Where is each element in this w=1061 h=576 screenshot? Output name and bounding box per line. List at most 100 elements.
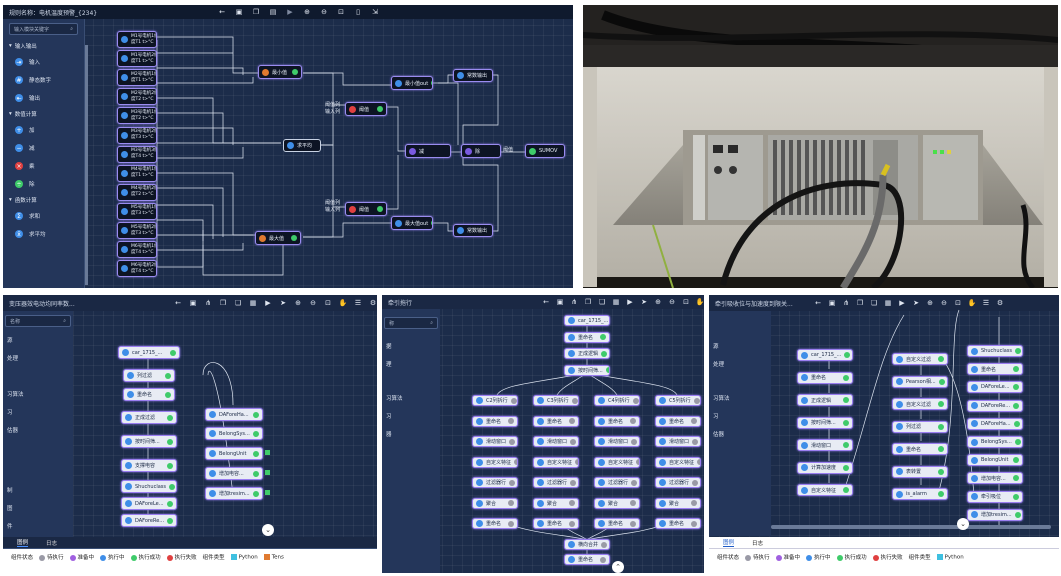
node-branch-step[interactable]: 聚合 (533, 497, 579, 509)
node-branch-step[interactable]: 自定义特征 (594, 456, 640, 468)
node-branch-step[interactable]: 自定义特征 (472, 456, 518, 468)
node-branch-step[interactable]: 重命名 (472, 415, 518, 427)
node-branch-step[interactable]: C5列拆行 (655, 395, 701, 406)
collapse-button[interactable]: ⌄ (957, 518, 969, 530)
node-branch-step[interactable]: 自定义特征 (655, 456, 701, 468)
node-belongunit[interactable]: BelongUnit (205, 447, 263, 460)
node-pipeline-step[interactable]: 增加电容... (967, 472, 1023, 485)
node-pipeline-step[interactable]: 增加tresim... (967, 508, 1023, 521)
node-column-filter[interactable]: 列过滤 (123, 369, 175, 382)
node-merge-step[interactable]: 横向合并 (564, 539, 610, 550)
node-shuchuclass[interactable]: Shuchuclass (121, 480, 177, 493)
node-branch-step[interactable]: C2列拆行 (472, 395, 518, 406)
node-branch-step[interactable]: 重命名 (533, 518, 579, 529)
node-motor-input[interactable]: M5号电机1绕 度T3 t>°C (117, 202, 157, 220)
node-pipeline-step[interactable]: BelongSys... (967, 436, 1023, 448)
node-rename[interactable]: 重命名 (123, 388, 175, 401)
node-min[interactable]: 最小值 (258, 65, 302, 79)
collapse-button[interactable]: ⌃ (612, 561, 624, 573)
node-pipeline-step[interactable]: 重命名 (797, 371, 853, 384)
node-pipeline-step[interactable]: Pearson相... (892, 375, 948, 388)
node-branch-step[interactable]: 过滤器行 (472, 477, 518, 488)
node-motor-input[interactable]: M2号电机2绕 度T2 t>°C (117, 88, 157, 106)
node-motor-input[interactable]: M6号电机1绕 度T4 t>°C (117, 241, 157, 259)
node-pipeline-step[interactable]: 自定义过滤 (892, 398, 948, 410)
node-branch-step[interactable]: 滑动窗口 (472, 436, 518, 447)
node-pipeline-step[interactable]: 重命名 (564, 331, 610, 343)
node-pipeline-step[interactable]: is_alarm (892, 488, 948, 500)
node-car-data[interactable]: car_1715_... (118, 346, 180, 359)
horizontal-scrollbar[interactable] (771, 525, 1051, 529)
node-pipeline-step[interactable]: 表转置 (892, 465, 948, 478)
node-daforere[interactable]: DAForeRe... (121, 514, 177, 527)
node-branch-step[interactable]: 过滤器行 (533, 477, 579, 488)
tab-legend[interactable]: 图例 (17, 538, 29, 547)
node-capacitor[interactable]: 支撑电容 (121, 459, 177, 472)
node-pipeline-step[interactable]: 正成逻辑 (564, 348, 610, 359)
node-branch-step[interactable]: C4列拆行 (594, 395, 640, 406)
node-add-tresim[interactable]: 增加tresim... (205, 487, 263, 500)
node-output[interactable]: SUMOV (525, 144, 565, 158)
node-motor-input[interactable]: M4号电机2绕 度T2 t>°C (117, 183, 157, 201)
node-pipeline-step[interactable]: 计算加速度 (797, 461, 853, 474)
node-branch-step[interactable]: 过滤器行 (594, 477, 640, 488)
node-pipeline-step[interactable]: DAForeLe... (967, 381, 1023, 394)
node-motor-input[interactable]: M2号电机1绕 度T1 t>°C (117, 69, 157, 87)
node-motor-input[interactable]: M3号电机1绕 度T2 t>°C (117, 107, 157, 125)
tab-log[interactable]: 日志 (46, 539, 57, 547)
node-constant-2[interactable]: 常数输出 (453, 224, 493, 237)
node-belongsys[interactable]: BelongSys... (205, 427, 263, 440)
node-pipeline-step[interactable]: car_1715_... (797, 349, 853, 361)
node-daforele[interactable]: DAForeLe... (121, 497, 177, 510)
node-pipeline-step[interactable]: DAForeRe... (967, 399, 1023, 412)
node-branch-step[interactable]: C3列拆行 (533, 395, 579, 406)
collapse-button[interactable]: ⌄ (262, 524, 274, 536)
node-branch-step[interactable]: 滑动窗口 (655, 436, 701, 447)
node-subtract[interactable]: 减 (405, 144, 451, 158)
node-motor-input[interactable]: M1号电机2绕 度T1 t>°C (117, 50, 157, 68)
node-time-filter[interactable]: 按时间筛... (121, 435, 177, 448)
node-motor-input[interactable]: M5号电机2绕 度T3 t>°C (117, 222, 157, 239)
node-pipeline-step[interactable]: 牵引吸位 (967, 490, 1023, 503)
node-branch-step[interactable]: 聚合 (472, 497, 518, 509)
node-pipeline-step[interactable]: Shuchuclass (967, 345, 1023, 357)
node-pipeline-step[interactable]: 自定义过滤 (892, 353, 948, 365)
node-branch-step[interactable]: 自定义特征 (533, 456, 579, 468)
node-motor-input[interactable]: M3号电机3绕 度T4 t>°C (117, 145, 157, 163)
node-pipeline-step[interactable]: DAForeHa... (967, 417, 1023, 430)
node-branch-step[interactable]: 重命名 (594, 415, 640, 427)
node-branch-step[interactable]: 聚合 (655, 497, 701, 509)
node-branch-step[interactable]: 重命名 (533, 415, 579, 427)
node-pipeline-step[interactable]: 滑动窗口 (797, 439, 853, 451)
tab-legend[interactable]: 图例 (723, 538, 735, 547)
node-pipeline-step[interactable]: BelongUnit (967, 454, 1023, 467)
node-threshold-1[interactable]: 阈值 (345, 102, 387, 116)
node-average[interactable]: 求平均 (283, 139, 321, 152)
node-branch-step[interactable]: 重命名 (472, 518, 518, 529)
node-motor-input[interactable]: M3号电机2绕 度T3 t>°C (117, 126, 157, 144)
node-threshold-2[interactable]: 阈值 (345, 202, 387, 216)
node-motor-input[interactable]: M1号电机1绕 度T1 t>°C (117, 31, 157, 48)
node-branch-step[interactable]: 过滤器行 (655, 477, 701, 488)
node-regex-filter[interactable]: 正成过滤 (121, 411, 177, 424)
node-add-capacitor[interactable]: 增加电容... (205, 467, 263, 480)
node-branch-step[interactable]: 重命名 (655, 518, 701, 529)
node-pipeline-step[interactable]: 重命名 (967, 363, 1023, 376)
node-pipeline-step[interactable]: 正成逻辑 (797, 394, 853, 406)
node-daforeha[interactable]: DAForeHa... (205, 408, 263, 421)
node-pipeline-step[interactable]: 按时间筛... (564, 364, 610, 376)
node-branch-step[interactable]: 聚合 (594, 497, 640, 509)
node-max[interactable]: 最大值 (255, 231, 301, 245)
node-pipeline-step[interactable]: 自定义特征 (797, 484, 853, 496)
node-motor-input[interactable]: M4号电机1绕 度T1 t>°C (117, 164, 157, 182)
node-pipeline-step[interactable]: 按时间筛... (797, 416, 853, 429)
node-constant-1[interactable]: 常数输出 (453, 69, 493, 82)
node-branch-step[interactable]: 重命名 (655, 415, 701, 427)
node-motor-input[interactable]: M6号电机2绕 度T4 t>°C (117, 260, 157, 278)
node-max-out[interactable]: 最大值out (391, 216, 433, 230)
node-pipeline-step[interactable]: 列过滤 (892, 420, 948, 433)
node-merge-step[interactable]: 重命名 (564, 554, 610, 565)
node-branch-step[interactable]: 滑动窗口 (533, 436, 579, 447)
node-pipeline-step[interactable]: car_1715_... (564, 315, 610, 326)
node-pipeline-step[interactable]: 重命名 (892, 443, 948, 455)
